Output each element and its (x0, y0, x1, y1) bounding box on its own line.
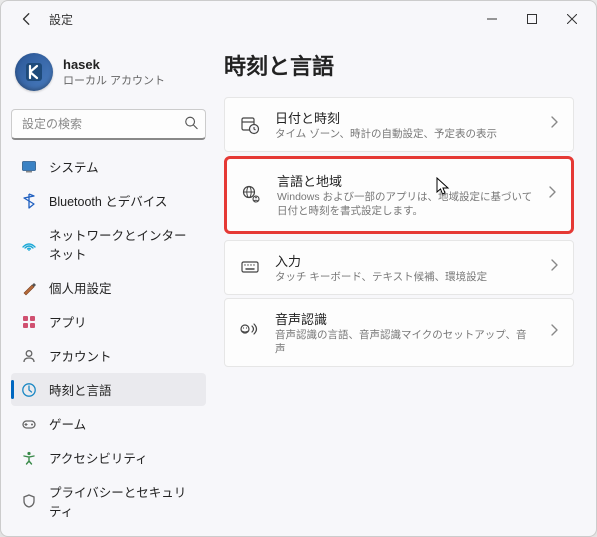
card-desc: タッチ キーボード、テキスト候補、環境設定 (275, 270, 536, 284)
sidebar-item-label: ネットワークとインターネット (49, 225, 196, 263)
card-body: 音声認識 音声認識の言語、音声認識マイクのセットアップ、音声 (275, 309, 536, 356)
apps-icon (21, 314, 37, 330)
windows-update-icon (21, 535, 37, 536)
arrow-left-icon (20, 12, 34, 26)
speech-icon (239, 321, 261, 343)
language-region-icon (241, 184, 263, 206)
sidebar-item-label: システム (49, 157, 99, 176)
close-icon (567, 14, 577, 24)
chevron-right-icon (550, 115, 559, 134)
card-title: 日付と時刻 (275, 108, 536, 127)
card-date-time[interactable]: 日付と時刻 タイム ゾーン、時計の自動設定、予定表の表示 (224, 97, 574, 152)
close-button[interactable] (552, 4, 592, 34)
minimize-icon (487, 14, 497, 24)
chevron-right-icon (548, 185, 557, 204)
account-name: hasek (63, 57, 165, 72)
card-title: 言語と地域 (277, 171, 534, 190)
card-desc: Windows および一部のアプリは、地域設定に基づいて日付と時刻を書式設定しま… (277, 190, 534, 218)
search-input[interactable] (11, 109, 206, 140)
nav-list: システム Bluetooth とデバイス ネットワークとインターネット 個人用設… (11, 150, 206, 536)
system-icon (21, 159, 37, 175)
card-language-region[interactable]: 言語と地域 Windows および一部のアプリは、地域設定に基づいて日付と時刻を… (224, 156, 574, 233)
titlebar: 設定 (1, 1, 596, 37)
main-content: 時刻と言語 日付と時刻 タイム ゾーン、時計の自動設定、予定表の表示 言語と地域… (216, 37, 596, 536)
chevron-right-icon (550, 323, 559, 342)
sidebar-item-label: アクセシビリティ (49, 448, 148, 467)
time-language-icon (21, 382, 37, 398)
network-icon (21, 236, 37, 252)
card-typing[interactable]: 入力 タッチ キーボード、テキスト候補、環境設定 (224, 240, 574, 295)
card-body: 日付と時刻 タイム ゾーン、時計の自動設定、予定表の表示 (275, 108, 536, 141)
sidebar-item-label: プライバシーとセキュリティ (49, 482, 196, 520)
sidebar-item-system[interactable]: システム (11, 150, 206, 183)
sidebar-item-time-language[interactable]: 時刻と言語 (11, 373, 206, 406)
sidebar-item-apps[interactable]: アプリ (11, 305, 206, 338)
sidebar-item-label: Bluetooth とデバイス (49, 191, 167, 210)
gaming-icon (21, 416, 37, 432)
minimize-button[interactable] (472, 4, 512, 34)
window-title: 設定 (49, 11, 73, 28)
accessibility-icon (21, 450, 37, 466)
card-desc: タイム ゾーン、時計の自動設定、予定表の表示 (275, 127, 536, 141)
sidebar-item-label: ゲーム (49, 414, 86, 433)
sidebar-item-label: 個人用設定 (49, 278, 112, 297)
account-section[interactable]: hasek ローカル アカウント (11, 45, 206, 105)
settings-window: 設定 hasek ローカル アカウント (0, 0, 597, 537)
search-icon (184, 115, 198, 134)
account-text: hasek ローカル アカウント (63, 57, 165, 88)
sidebar-item-label: アプリ (49, 312, 87, 331)
sidebar-item-bluetooth[interactable]: Bluetooth とデバイス (11, 184, 206, 217)
card-desc: 音声認識の言語、音声認識マイクのセットアップ、音声 (275, 328, 536, 356)
maximize-button[interactable] (512, 4, 552, 34)
search-box (11, 109, 206, 140)
page-title: 時刻と言語 (224, 49, 574, 81)
card-speech[interactable]: 音声認識 音声認識の言語、音声認識マイクのセットアップ、音声 (224, 298, 574, 367)
account-type: ローカル アカウント (63, 72, 165, 88)
card-title: 音声認識 (275, 309, 536, 328)
sidebar-item-windows-update[interactable]: Windows Update (11, 528, 206, 536)
window-controls (472, 4, 592, 34)
sidebar-item-privacy[interactable]: プライバシーとセキュリティ (11, 475, 206, 527)
sidebar-item-gaming[interactable]: ゲーム (11, 407, 206, 440)
chevron-right-icon (550, 258, 559, 277)
sidebar-item-network[interactable]: ネットワークとインターネット (11, 218, 206, 270)
sidebar-item-accounts[interactable]: アカウント (11, 339, 206, 372)
card-body: 言語と地域 Windows および一部のアプリは、地域設定に基づいて日付と時刻を… (277, 171, 534, 218)
back-button[interactable] (13, 5, 41, 33)
sidebar: hasek ローカル アカウント システム Bluetooth とデバイス (1, 37, 216, 536)
maximize-icon (527, 14, 537, 24)
keyboard-icon (239, 256, 261, 278)
bluetooth-icon (21, 193, 37, 209)
accounts-icon (21, 348, 37, 364)
privacy-icon (21, 493, 37, 509)
sidebar-item-label: アカウント (49, 346, 112, 365)
sidebar-item-accessibility[interactable]: アクセシビリティ (11, 441, 206, 474)
card-title: 入力 (275, 251, 536, 270)
sidebar-item-label: 時刻と言語 (49, 380, 112, 399)
calendar-clock-icon (239, 114, 261, 136)
personalization-icon (21, 280, 37, 296)
sidebar-item-personalization[interactable]: 個人用設定 (11, 271, 206, 304)
card-body: 入力 タッチ キーボード、テキスト候補、環境設定 (275, 251, 536, 284)
window-body: hasek ローカル アカウント システム Bluetooth とデバイス (1, 37, 596, 536)
avatar-k-icon (22, 60, 46, 84)
avatar (15, 53, 53, 91)
